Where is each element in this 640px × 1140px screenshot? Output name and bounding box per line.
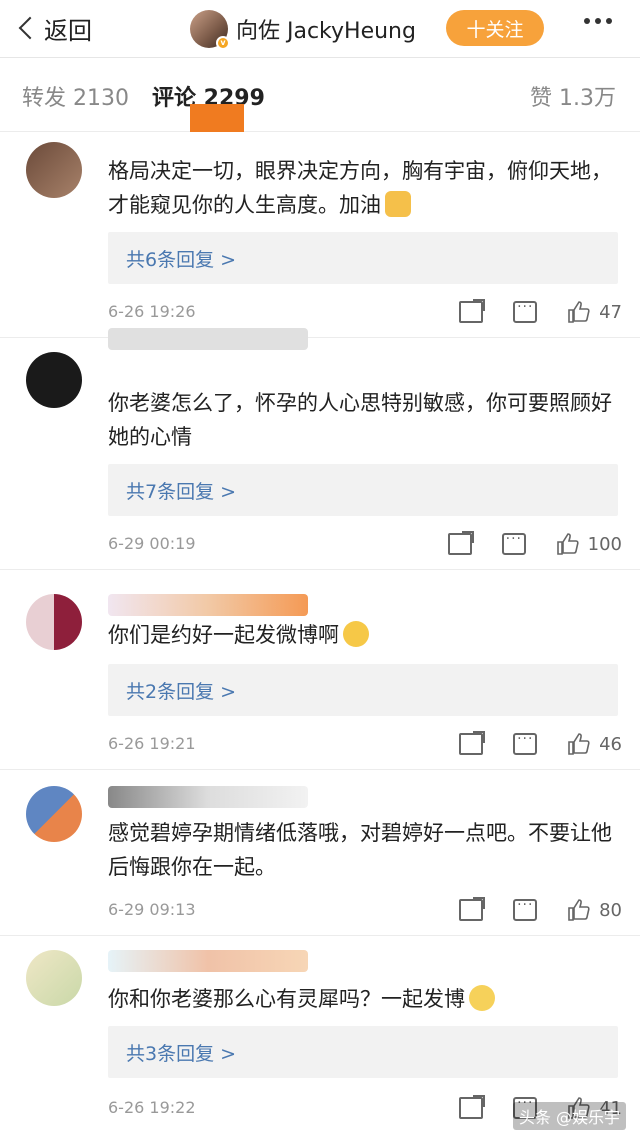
like-count: 46 bbox=[599, 733, 622, 755]
share-icon[interactable] bbox=[459, 731, 486, 755]
like-count: 47 bbox=[599, 301, 622, 323]
comment-icon[interactable] bbox=[501, 531, 526, 555]
chevron-left-icon bbox=[18, 16, 42, 40]
avatar[interactable]: v bbox=[190, 10, 230, 50]
comment-icon[interactable] bbox=[513, 897, 538, 921]
more-options-icon[interactable] bbox=[584, 18, 612, 24]
commenter-name[interactable] bbox=[108, 950, 308, 972]
comment-time: 6-26 19:22 bbox=[108, 1098, 196, 1117]
share-icon[interactable] bbox=[459, 897, 486, 921]
replies-link[interactable]: 共2条回复 > bbox=[108, 664, 618, 716]
comment-text: 你老婆怎么了，怀孕的人心思特别敏感，你可要照顾好她的心情 bbox=[108, 391, 612, 449]
thinking-face-emoji-icon bbox=[469, 985, 495, 1011]
like-count: 80 bbox=[599, 899, 622, 921]
comment-actions: 100 bbox=[447, 530, 622, 558]
commenter-name[interactable] bbox=[108, 328, 308, 350]
comment-time: 6-29 00:19 bbox=[108, 534, 196, 553]
commenter-name[interactable] bbox=[108, 594, 308, 616]
thumbs-up-icon bbox=[568, 733, 590, 755]
share-icon[interactable] bbox=[447, 531, 474, 555]
laughing-face-emoji-icon bbox=[343, 621, 369, 647]
like-button[interactable]: 46 bbox=[567, 732, 622, 756]
like-count: 100 bbox=[587, 533, 622, 555]
tab-bar: 转发 2130 评论 2299 赞 1.3万 bbox=[0, 58, 640, 132]
comment-icon[interactable] bbox=[513, 731, 538, 755]
thumbs-up-icon bbox=[568, 899, 590, 921]
follow-button[interactable]: 十关注 bbox=[446, 10, 544, 46]
back-button[interactable]: 返回 bbox=[16, 10, 92, 46]
comment-actions: 80 bbox=[459, 896, 622, 924]
watermark: 头条 @娱乐宇 bbox=[512, 1102, 626, 1130]
back-label: 返回 bbox=[44, 16, 92, 45]
verified-badge-icon: v bbox=[216, 36, 230, 50]
thumbs-up-icon bbox=[568, 301, 590, 323]
commenter-avatar[interactable] bbox=[26, 594, 82, 650]
commenter-name[interactable] bbox=[108, 786, 308, 808]
comment-item: 你们是约好一起发微博啊 共2条回复 > 6-26 19:21 46 bbox=[0, 570, 640, 770]
like-button[interactable]: 80 bbox=[567, 898, 622, 922]
top-nav-bar: 返回 v 向佐 JackyHeung 十关注 bbox=[0, 0, 640, 58]
comment-actions: 47 bbox=[459, 298, 622, 326]
comment-text: 感觉碧婷孕期情绪低落哦，对碧婷好一点吧。不要让他后悔跟你在一起。 bbox=[108, 821, 612, 879]
replies-link[interactable]: 共6条回复 > bbox=[108, 232, 618, 284]
comment-text: 格局决定一切，眼界决定方向，胸有宇宙，俯仰天地，才能窥见你的人生高度。加油 bbox=[108, 159, 612, 217]
comment-item: 感觉碧婷孕期情绪低落哦，对碧婷好一点吧。不要让他后悔跟你在一起。 6-29 09… bbox=[0, 770, 640, 936]
comment-actions: 46 bbox=[459, 730, 622, 758]
comment-text: 你们是约好一起发微博啊 bbox=[108, 618, 618, 652]
share-icon[interactable] bbox=[459, 1095, 486, 1119]
flexed-biceps-emoji-icon bbox=[385, 191, 411, 217]
replies-link[interactable]: 共3条回复 > bbox=[108, 1026, 618, 1078]
commenter-avatar[interactable] bbox=[26, 786, 82, 842]
comment-text: 你和你老婆那么心有灵犀吗？一起发博 bbox=[108, 982, 618, 1016]
active-tab-indicator bbox=[190, 104, 244, 132]
comment-time: 6-26 19:21 bbox=[108, 734, 196, 753]
like-button[interactable]: 100 bbox=[556, 532, 622, 556]
comment-time: 6-29 09:13 bbox=[108, 900, 196, 919]
like-button[interactable]: 47 bbox=[567, 300, 622, 324]
username[interactable]: 向佐 JackyHeung bbox=[236, 13, 416, 45]
comment-icon[interactable] bbox=[513, 299, 538, 323]
thumbs-up-icon bbox=[556, 533, 579, 555]
tab-repost[interactable]: 转发 2130 bbox=[22, 80, 129, 112]
tab-likes[interactable]: 赞 1.3万 bbox=[530, 80, 616, 112]
user-header[interactable]: v 向佐 JackyHeung bbox=[190, 9, 416, 50]
comment-item: 你老婆怎么了，怀孕的人心思特别敏感，你可要照顾好她的心情 共7条回复 > 6-2… bbox=[0, 328, 640, 570]
replies-link[interactable]: 共7条回复 > bbox=[108, 464, 618, 516]
commenter-avatar[interactable] bbox=[26, 142, 82, 198]
commenter-avatar[interactable] bbox=[26, 352, 82, 408]
share-icon[interactable] bbox=[459, 299, 486, 323]
comment-time: 6-26 19:26 bbox=[108, 302, 196, 321]
comment-item: 格局决定一切，眼界决定方向，胸有宇宙，俯仰天地，才能窥见你的人生高度。加油 共6… bbox=[0, 132, 640, 338]
commenter-avatar[interactable] bbox=[26, 950, 82, 1006]
